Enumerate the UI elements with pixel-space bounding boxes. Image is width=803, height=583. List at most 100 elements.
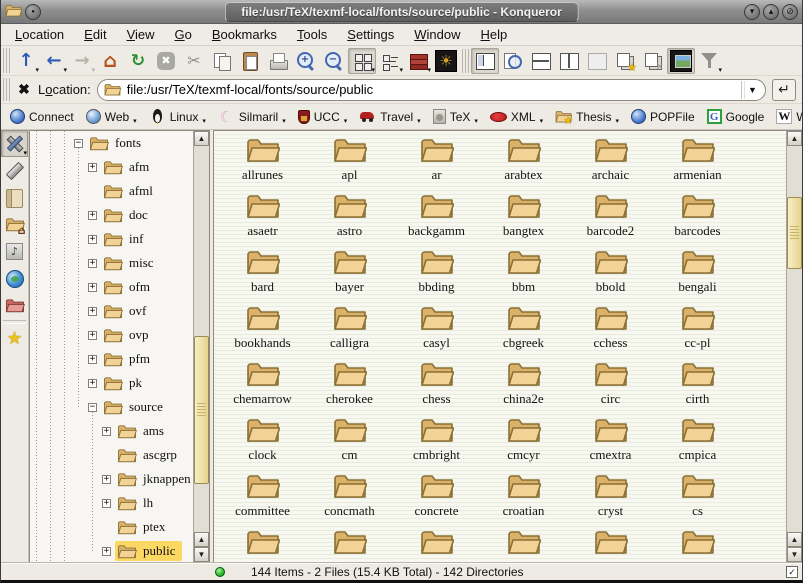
folder-bbold[interactable]: bbold xyxy=(567,247,654,303)
folder-bbding[interactable]: bbding xyxy=(393,247,480,303)
folder-casyl[interactable]: casyl xyxy=(393,303,480,359)
folder-partial[interactable] xyxy=(654,527,741,562)
tree-item-lh[interactable]: +lh xyxy=(30,491,193,515)
titlebar[interactable]: ● file:/usr/TeX/texmf-local/fonts/source… xyxy=(1,0,802,24)
location-dropdown-arrow[interactable]: ▼ xyxy=(741,81,763,99)
expand-icon[interactable]: + xyxy=(88,211,97,220)
folder-cs[interactable]: cs xyxy=(654,471,741,527)
toolbar-handle[interactable] xyxy=(3,48,10,73)
folder-bengali[interactable]: bengali xyxy=(654,247,741,303)
folder-bbm[interactable]: bbm xyxy=(480,247,567,303)
folder-cmextra[interactable]: cmextra xyxy=(567,415,654,471)
scroll-down-button[interactable]: ▼ xyxy=(194,547,209,562)
image-preview-button[interactable] xyxy=(667,48,695,74)
show-navigation-panel-button[interactable] xyxy=(471,48,499,74)
menu-edit[interactable]: Edit xyxy=(74,25,116,44)
expand-icon[interactable]: + xyxy=(88,259,97,268)
scroll-up-button[interactable]: ▲ xyxy=(787,532,802,547)
folder-partial[interactable] xyxy=(393,527,480,562)
tree-item-ascgrp[interactable]: ascgrp xyxy=(30,443,193,467)
folder-chess[interactable]: chess xyxy=(393,359,480,415)
folder-cmbright[interactable]: cmbright xyxy=(393,415,480,471)
toolbar-handle[interactable] xyxy=(462,49,469,73)
tree-scrollbar[interactable]: ▲ ▲ ▼ xyxy=(193,131,209,562)
copy-button[interactable] xyxy=(208,48,236,74)
expand-icon[interactable]: + xyxy=(102,475,111,484)
bookmark-linux[interactable]: Linux▾ xyxy=(144,107,211,126)
bookmark-xml[interactable]: XML▾ xyxy=(485,109,548,125)
folder-bayer[interactable]: bayer xyxy=(306,247,393,303)
tree-item-ovp[interactable]: +ovp xyxy=(30,323,193,347)
scroll-down-button[interactable]: ▼ xyxy=(787,547,802,562)
app-folder-icon[interactable] xyxy=(5,3,22,21)
location-input[interactable] xyxy=(123,82,741,97)
folder-concmath[interactable]: concmath xyxy=(306,471,393,527)
folder-concrete[interactable]: concrete xyxy=(393,471,480,527)
home-button[interactable]: ⌂ xyxy=(96,48,124,74)
minimize-button[interactable]: ▾ xyxy=(744,4,760,20)
folder-archaic[interactable]: archaic xyxy=(567,135,654,191)
folder-cm[interactable]: cm xyxy=(306,415,393,471)
icon-view-button[interactable]: ▾ xyxy=(348,48,376,74)
expand-icon[interactable]: + xyxy=(88,379,97,388)
maximize-button[interactable]: ▴ xyxy=(763,4,779,20)
folder-cbgreek[interactable]: cbgreek xyxy=(480,303,567,359)
scroll-up-button[interactable]: ▲ xyxy=(194,532,209,547)
up-button[interactable]: ↑▾ xyxy=(12,48,40,74)
gear-view-button[interactable]: ☀ xyxy=(432,48,460,74)
close-button[interactable]: ⊘ xyxy=(782,4,798,20)
folder-chemarrow[interactable]: chemarrow xyxy=(219,359,306,415)
bookmark-web[interactable]: Web▾ xyxy=(81,108,142,125)
sidebar-tab-history-scroll[interactable] xyxy=(1,184,28,211)
sidebar-tab-bookmarks-star[interactable]: ★ xyxy=(1,325,28,352)
folder-croatian[interactable]: croatian xyxy=(480,471,567,527)
sidebar-tab-network-globe[interactable] xyxy=(1,265,28,292)
folder-allrunes[interactable]: allrunes xyxy=(219,135,306,191)
folder-apl[interactable]: apl xyxy=(306,135,393,191)
reload-button[interactable]: ↻ xyxy=(124,48,152,74)
folder-cc-pl[interactable]: cc-pl xyxy=(654,303,741,359)
find-file-button[interactable] xyxy=(499,48,527,74)
folder-partial[interactable] xyxy=(480,527,567,562)
expand-icon[interactable]: + xyxy=(102,427,111,436)
tree-item-fonts[interactable]: −fonts xyxy=(30,131,193,155)
scrollbar-thumb[interactable] xyxy=(194,336,209,484)
menu-bookmarks[interactable]: Bookmarks xyxy=(202,25,287,44)
sidebar-tab-home-folder[interactable]: ⌂ xyxy=(1,211,28,238)
folder-cmpica[interactable]: cmpica xyxy=(654,415,741,471)
tree-item-jknappen[interactable]: +jknappen xyxy=(30,467,193,491)
sidebar-tab-root-folder[interactable] xyxy=(1,292,28,319)
menu-go[interactable]: Go xyxy=(165,25,202,44)
expand-icon[interactable]: + xyxy=(88,163,97,172)
folder-barcode2[interactable]: barcode2 xyxy=(567,191,654,247)
go-button[interactable]: ↵ xyxy=(772,79,796,101)
folder-cryst[interactable]: cryst xyxy=(567,471,654,527)
toolbar-handle[interactable] xyxy=(3,78,10,101)
expand-icon[interactable]: + xyxy=(102,499,111,508)
tree-item-ptex[interactable]: ptex xyxy=(30,515,193,539)
bookmark-ucc[interactable]: UCC▾ xyxy=(293,109,353,125)
split-view-left-right-button[interactable] xyxy=(555,48,583,74)
bookmark-silmaril[interactable]: ☾Silmaril▾ xyxy=(213,107,291,126)
folder-cherokee[interactable]: cherokee xyxy=(306,359,393,415)
expand-icon[interactable]: + xyxy=(88,283,97,292)
bookmark-tex[interactable]: TeX▾ xyxy=(428,108,483,125)
collapse-icon[interactable]: − xyxy=(88,403,97,412)
folder-calligra[interactable]: calligra xyxy=(306,303,393,359)
folder-armenian[interactable]: armenian xyxy=(654,135,741,191)
collapse-icon[interactable]: − xyxy=(74,139,83,148)
bookmark-travel[interactable]: Travel▾ xyxy=(354,107,425,126)
tree-item-pfm[interactable]: +pfm xyxy=(30,347,193,371)
tree-item-ovf[interactable]: +ovf xyxy=(30,299,193,323)
expand-icon[interactable]: + xyxy=(88,331,97,340)
zoom-out-button[interactable] xyxy=(320,48,348,74)
tree-item-inf[interactable]: +inf xyxy=(30,227,193,251)
folder-partial[interactable] xyxy=(219,527,306,562)
menu-location[interactable]: Location xyxy=(5,25,74,44)
filter-button[interactable]: ▾ xyxy=(695,48,723,74)
sidebar-tab-bookmark-clip[interactable] xyxy=(1,157,28,184)
menu-settings[interactable]: Settings xyxy=(337,25,404,44)
scroll-up-button[interactable]: ▲ xyxy=(787,131,802,146)
menu-help[interactable]: Help xyxy=(471,25,518,44)
bookmark-google[interactable]: GGoogle xyxy=(702,108,770,125)
